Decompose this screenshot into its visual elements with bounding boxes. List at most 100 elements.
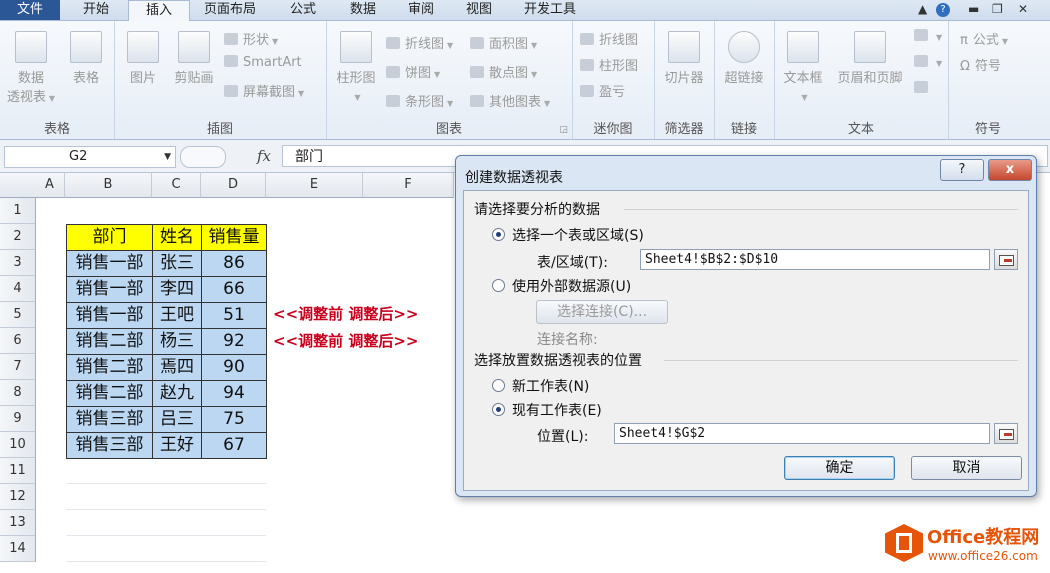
row-header[interactable]: 7 [0, 354, 36, 380]
name-box[interactable]: G2 ▼ [4, 146, 176, 168]
row-header[interactable]: 3 [0, 250, 36, 276]
tab-home[interactable]: 开始 [66, 0, 126, 20]
tab-page-layout[interactable]: 页面布局 [192, 0, 268, 20]
object-button[interactable] [914, 81, 933, 96]
row-header[interactable]: 11 [0, 458, 36, 484]
tab-data[interactable]: 数据 [336, 0, 390, 20]
table-cell[interactable]: 王吧 [152, 302, 202, 329]
range-collapse-button[interactable] [994, 249, 1018, 270]
table-cell[interactable]: 销售二部 [66, 380, 153, 407]
minimize-icon[interactable]: ▬ [968, 2, 979, 16]
tab-view[interactable]: 视图 [452, 0, 506, 20]
ok-button[interactable]: 确定 [784, 456, 895, 480]
table-cell[interactable]: 吕三 [152, 406, 202, 433]
radio-external-source[interactable] [492, 279, 505, 292]
row-header[interactable]: 14 [0, 536, 36, 562]
sparkline-column-button[interactable]: 柱形图 [580, 55, 638, 74]
area-chart-button[interactable]: 面积图 ▼ [470, 33, 537, 52]
table-cell[interactable]: 92 [201, 328, 267, 355]
pie-chart-button[interactable]: 饼图 ▼ [386, 62, 440, 81]
radio-existing-worksheet[interactable] [492, 403, 505, 416]
smartart-button[interactable]: SmartArt [224, 55, 302, 70]
symbol-button[interactable]: Ω 符号 [960, 55, 1001, 74]
insert-function-icon[interactable]: fx [257, 147, 271, 165]
table-cell[interactable]: 销售一部 [66, 250, 153, 277]
table-cell[interactable]: 销售二部 [66, 328, 153, 355]
row-header[interactable]: 9 [0, 406, 36, 432]
row-header[interactable]: 13 [0, 510, 36, 536]
equation-button[interactable]: π 公式 ▼ [960, 29, 1008, 48]
screenshot-button[interactable]: 屏幕截图 ▼ [224, 81, 304, 100]
slicer-button[interactable]: 切片器 [658, 31, 710, 88]
row-header[interactable]: 2 [0, 224, 36, 250]
column-header-f[interactable]: F [363, 173, 454, 198]
table-button[interactable]: 表格 [62, 31, 110, 88]
bar-chart-button[interactable]: 条形图 ▼ [386, 91, 453, 110]
row-header[interactable]: 5 [0, 302, 36, 328]
table-header-cell[interactable]: 销售量 [201, 224, 267, 251]
column-header-c[interactable]: C [152, 173, 201, 198]
close-workbook-icon[interactable]: ✕ [1018, 2, 1028, 16]
table-cell[interactable]: 杨三 [152, 328, 202, 355]
scatter-chart-button[interactable]: 散点图 ▼ [470, 62, 537, 81]
table-cell[interactable]: 90 [201, 354, 267, 381]
table-cell[interactable]: 67 [201, 432, 267, 459]
pivot-table-button[interactable]: 数据 透视表 ▼ [2, 31, 60, 108]
table-cell[interactable]: 销售一部 [66, 276, 153, 303]
other-charts-button[interactable]: 其他图表 ▼ [470, 91, 550, 110]
dialog-help-button[interactable]: ? [940, 159, 984, 181]
signature-button[interactable]: ▼ [914, 55, 942, 70]
select-all-corner[interactable] [0, 173, 36, 198]
row-header[interactable]: 10 [0, 432, 36, 458]
header-footer-button[interactable]: 页眉和页脚 [830, 31, 910, 88]
table-cell[interactable]: 销售三部 [66, 406, 153, 433]
table-cell[interactable]: 焉四 [152, 354, 202, 381]
help-icon[interactable]: ? [936, 3, 950, 17]
sparkline-winloss-button[interactable]: 盈亏 [580, 81, 625, 100]
row-header[interactable]: 12 [0, 484, 36, 510]
radio-existing-worksheet-label[interactable]: 现有工作表(E) [512, 400, 602, 420]
table-cell[interactable]: 51 [201, 302, 267, 329]
wordart-button[interactable]: ▼ [914, 29, 942, 44]
table-cell[interactable]: 张三 [152, 250, 202, 277]
shapes-button[interactable]: 形状 ▼ [224, 29, 278, 48]
row-header[interactable]: 4 [0, 276, 36, 302]
dialog-close-button[interactable]: x [988, 159, 1032, 181]
restore-icon[interactable]: ❐ [992, 2, 1003, 16]
table-cell[interactable]: 王好 [152, 432, 202, 459]
table-cell[interactable]: 94 [201, 380, 267, 407]
table-cell[interactable]: 销售一部 [66, 302, 153, 329]
column-chart-button[interactable]: 柱形图 ▼ [330, 31, 382, 107]
table-cell[interactable]: 销售二部 [66, 354, 153, 381]
range-input[interactable]: Sheet4!$B$2:$D$10 [640, 249, 990, 270]
radio-external-source-label[interactable]: 使用外部数据源(U) [512, 276, 631, 296]
column-header-d[interactable]: D [201, 173, 266, 198]
tab-file[interactable]: 文件 [0, 0, 60, 20]
row-header[interactable]: 8 [0, 380, 36, 406]
table-header-cell[interactable]: 姓名 [152, 224, 202, 251]
tab-developer[interactable]: 开发工具 [512, 0, 588, 20]
tab-formulas[interactable]: 公式 [276, 0, 330, 20]
radio-select-range-label[interactable]: 选择一个表或区域(S) [512, 225, 644, 245]
table-cell[interactable]: 75 [201, 406, 267, 433]
name-box-dropdown-icon[interactable]: ▼ [164, 147, 171, 167]
sparkline-line-button[interactable]: 折线图 [580, 29, 638, 48]
location-collapse-button[interactable] [994, 423, 1018, 444]
radio-new-worksheet[interactable] [492, 379, 505, 392]
hyperlink-button[interactable]: 超链接 [718, 31, 770, 88]
column-header-e[interactable]: E [266, 173, 363, 198]
choose-connection-button[interactable]: 选择连接(C)... [536, 300, 668, 324]
charts-dialog-launcher-icon[interactable]: ◲ [559, 125, 568, 135]
tab-insert[interactable]: 插入 [128, 0, 190, 22]
clipart-button[interactable]: 剪贴画 [168, 31, 220, 88]
table-header-cell[interactable]: 部门 [66, 224, 153, 251]
column-header-a[interactable]: A [35, 173, 65, 198]
table-cell[interactable]: 66 [201, 276, 267, 303]
location-input[interactable]: Sheet4!$G$2 [614, 423, 990, 444]
collapse-ribbon-icon[interactable]: ▲ [918, 2, 927, 16]
tab-review[interactable]: 审阅 [394, 0, 448, 20]
table-cell[interactable]: 李四 [152, 276, 202, 303]
table-cell[interactable]: 86 [201, 250, 267, 277]
radio-new-worksheet-label[interactable]: 新工作表(N) [512, 376, 589, 396]
cancel-button[interactable]: 取消 [911, 456, 1022, 480]
